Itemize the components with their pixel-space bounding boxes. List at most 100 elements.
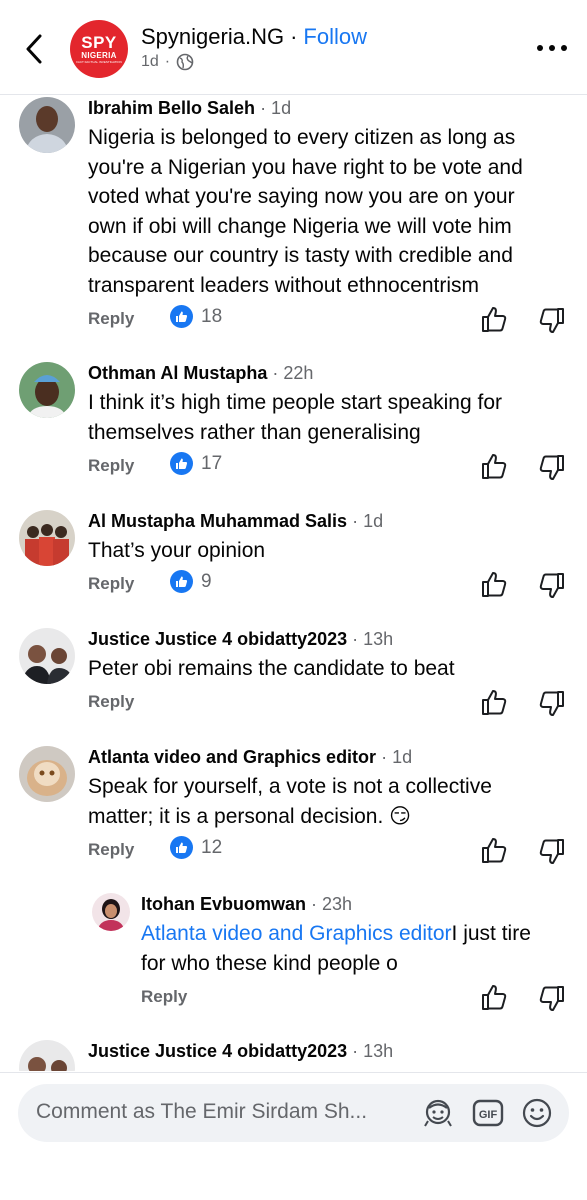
comment-author[interactable]: Justice Justice 4 obidatty2023 [88, 1041, 347, 1061]
comment-actions: Reply [141, 983, 571, 1013]
comment-header: Atlanta video and Graphics editor · 1d [88, 745, 412, 769]
thumbs-down-icon[interactable] [538, 454, 566, 482]
thumbs-down-icon[interactable] [538, 838, 566, 866]
comment-time: · 22h [272, 363, 314, 383]
reaction-count[interactable]: 18 [170, 305, 222, 328]
comment-line: Nigeria is belonged to every citizen as … [88, 126, 516, 149]
thumbs-up-icon[interactable] [480, 688, 508, 716]
comment-line: themselves rather than generalising [88, 420, 421, 444]
comment-time: · 1d [352, 511, 384, 531]
comment-text: Peter obi remains the candidate to beat [88, 654, 568, 684]
separator: · [164, 53, 171, 70]
reply-button[interactable]: Reply [88, 574, 134, 594]
like-count: 17 [201, 452, 223, 474]
mention-link[interactable]: Atlanta video and Graphics editor [141, 922, 452, 945]
page-name-row: Spynigeria.NG · Follow [141, 23, 367, 51]
comment-list[interactable]: Ibrahim Bello Saleh · 1d Nigeria is belo… [0, 96, 587, 1071]
back-icon[interactable] [20, 30, 50, 68]
comment-author[interactable]: Atlanta video and Graphics editor [88, 747, 376, 767]
emoji-icon[interactable] [521, 1097, 553, 1129]
page-logo[interactable]: SPY NIGERIA FACT FACTUAL INVESTIGATION [70, 20, 128, 78]
avatar[interactable] [19, 746, 75, 802]
avatar-image [19, 1040, 75, 1071]
more-icon[interactable] [532, 36, 572, 60]
comment-author[interactable]: Itohan Evbuomwan [141, 894, 306, 914]
comment-line: Speak for yourself, a vote is not a coll… [88, 775, 492, 798]
thumbs-up-icon[interactable] [480, 836, 508, 864]
comment-line: I think it’s high time people start spea… [88, 391, 503, 414]
comment-actions: Reply 12 [88, 836, 568, 866]
avatar-image [19, 510, 75, 566]
comment-time: · 1d [381, 747, 413, 767]
comment-line: for who these kind people o [141, 951, 398, 975]
avatar[interactable] [19, 628, 75, 684]
avatar[interactable] [19, 362, 75, 418]
reaction-count[interactable]: 12 [170, 836, 222, 859]
reaction-count[interactable]: 9 [170, 570, 212, 593]
avatar-image [92, 893, 130, 931]
avatar[interactable] [19, 97, 75, 153]
globe-icon [176, 53, 194, 71]
reaction-count[interactable]: 17 [170, 452, 222, 475]
thumbs-up-icon[interactable] [480, 570, 508, 598]
post-meta: 1d · [141, 53, 194, 71]
thumbs-down-icon[interactable] [538, 307, 566, 335]
comment-header: Justice Justice 4 obidatty2023 · 13h [88, 1039, 393, 1063]
reply-button[interactable]: Reply [88, 840, 134, 860]
like-count: 18 [201, 305, 223, 327]
thumbs-up-icon[interactable] [480, 452, 508, 480]
reply-button[interactable]: Reply [88, 456, 134, 476]
comment-input[interactable]: Comment as The Emir Sirdam Sh... GIF [18, 1084, 569, 1142]
comment-line: because our country is tasty with credib… [88, 244, 513, 267]
like-badge-icon [170, 570, 193, 593]
comment-time: · 13h [352, 1041, 394, 1061]
avatar-image [19, 97, 75, 153]
follow-button[interactable]: Follow [303, 23, 367, 51]
avatar-frame-icon[interactable] [422, 1097, 454, 1129]
comment-line: matter; it is a personal decision. 😏 [88, 804, 412, 828]
avatar[interactable] [19, 1040, 75, 1071]
avatar[interactable] [19, 510, 75, 566]
separator: · [290, 24, 298, 49]
reply-button[interactable]: Reply [88, 692, 134, 712]
reply-button[interactable]: Reply [88, 309, 134, 329]
comment-header: Al Mustapha Muhammad Salis · 1d [88, 509, 383, 533]
comment-time: · 1d [260, 98, 292, 118]
thumbs-down-icon[interactable] [538, 985, 566, 1013]
comment-time: · 13h [352, 629, 394, 649]
comment-line: That’s your opinion [88, 539, 266, 562]
like-badge-icon [170, 452, 193, 475]
thumbs-down-icon[interactable] [538, 572, 566, 600]
comment-header: Justice Justice 4 obidatty2023 · 13h [88, 627, 393, 651]
avatar-image [19, 628, 75, 684]
comment-header: Othman Al Mustapha · 22h [88, 361, 313, 385]
thumbs-up-icon[interactable] [480, 983, 508, 1011]
thumbs-up-icon[interactable] [480, 305, 508, 333]
comment-author[interactable]: Ibrahim Bello Saleh [88, 98, 255, 118]
comment-composer: Comment as The Emir Sirdam Sh... GIF [0, 1072, 587, 1200]
like-count: 12 [201, 836, 223, 858]
comment-line: Peter obi remains the candidate to beat [88, 657, 455, 680]
comment-line: you're a Nigerian you have right to be v… [88, 155, 523, 179]
thumbs-down-icon[interactable] [538, 690, 566, 718]
page-name[interactable]: Spynigeria.NG [141, 23, 284, 51]
comment-line: voted what you're saying now you are on … [88, 185, 515, 208]
avatar[interactable] [92, 893, 130, 931]
comment-text: Nigeria is belonged to every citizen as … [88, 123, 568, 300]
reply-button[interactable]: Reply [141, 987, 187, 1007]
comment-actions: Reply 9 [88, 570, 568, 600]
svg-text:GIF: GIF [479, 1109, 498, 1121]
gif-icon[interactable]: GIF [472, 1097, 504, 1129]
comment-time: · 23h [311, 894, 353, 914]
post-header: SPY NIGERIA FACT FACTUAL INVESTIGATION S… [0, 0, 587, 95]
comment-author[interactable]: Othman Al Mustapha [88, 363, 267, 383]
comment-author[interactable]: Al Mustapha Muhammad Salis [88, 511, 347, 531]
like-badge-icon [170, 305, 193, 328]
avatar-image [19, 746, 75, 802]
comment-text: I think it’s high time people start spea… [88, 388, 568, 447]
comment-line: transparent leaders without ethnocentris… [88, 273, 480, 297]
comment-actions: Reply [88, 688, 568, 718]
avatar-image [19, 362, 75, 418]
comment-header: Ibrahim Bello Saleh · 1d [88, 96, 291, 120]
comment-author[interactable]: Justice Justice 4 obidatty2023 [88, 629, 347, 649]
